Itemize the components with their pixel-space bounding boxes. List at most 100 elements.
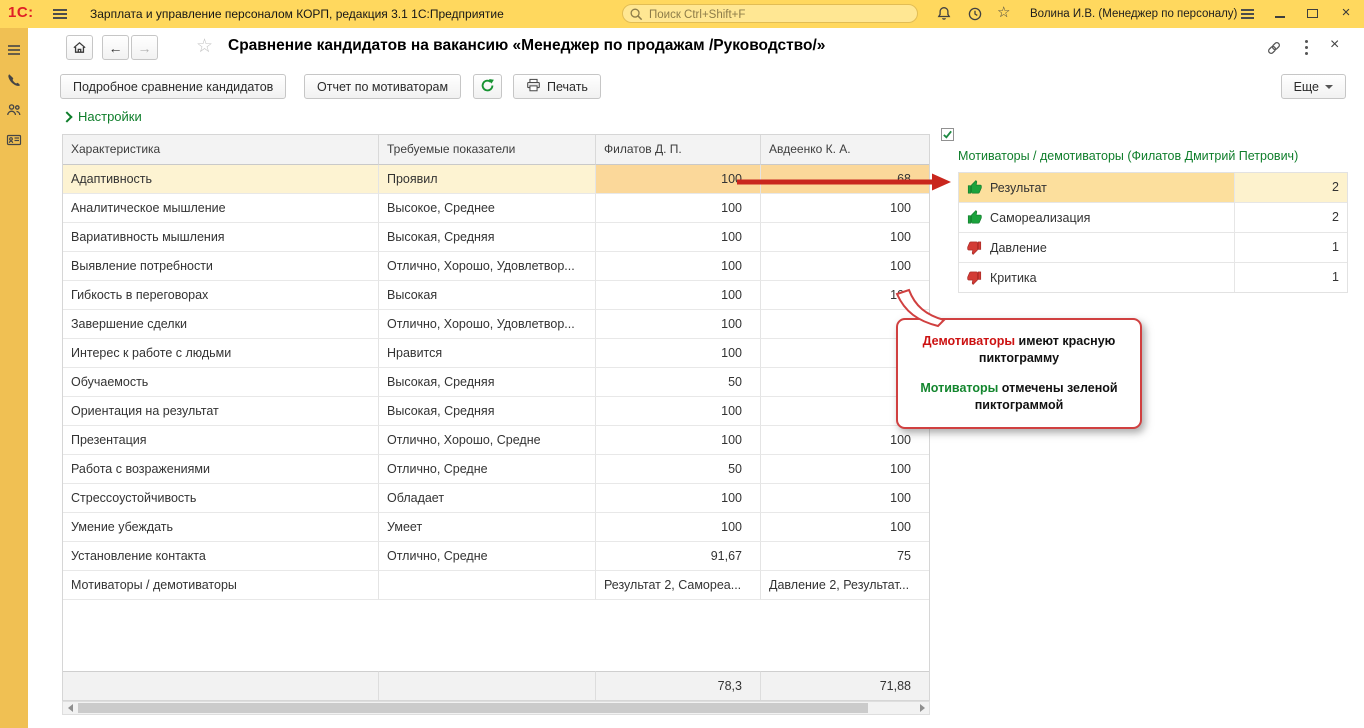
table-cell[interactable]: Стрессоустойчивость — [63, 484, 379, 513]
table-row[interactable]: Вариативность мышления Высокая, Средняя 10… — [63, 223, 929, 252]
current-user[interactable]: Волина И.В. (Менеджер по персоналу) — [1030, 8, 1237, 20]
table-cell[interactable]: Обладает — [379, 484, 596, 513]
table-cell[interactable]: Высокая — [379, 281, 596, 310]
detailed-comparison-button[interactable]: Подробное сравнение кандидатов — [60, 74, 287, 99]
table-cell[interactable]: Проявил — [379, 165, 596, 194]
column-header-filatov[interactable]: Филатов Д. П. — [596, 135, 761, 165]
table-cell[interactable]: Вариативность мышления — [63, 223, 379, 252]
employees-users-icon[interactable] — [6, 102, 22, 118]
table-cell[interactable] — [379, 571, 596, 600]
panel-checkbox[interactable] — [941, 128, 954, 141]
nav-back-button[interactable]: ← — [102, 35, 129, 60]
table-row[interactable]: Аналитическое мышление Высокое, Среднее 10… — [63, 194, 929, 223]
more-options-kebab-icon[interactable] — [1305, 40, 1309, 58]
sections-menu-icon[interactable] — [6, 42, 22, 58]
table-cell[interactable]: Умение убеждать — [63, 513, 379, 542]
table-cell[interactable]: Адаптивность — [63, 165, 379, 194]
history-clock-icon[interactable] — [967, 6, 983, 22]
motivator-row[interactable]: Давление 1 — [959, 233, 1347, 263]
table-cell[interactable]: 100 — [596, 281, 761, 310]
motivator-row[interactable]: Критика 1 — [959, 263, 1347, 292]
refresh-button[interactable] — [473, 74, 502, 99]
table-cell[interactable]: 100 — [596, 397, 761, 426]
table-cell[interactable]: 100 — [761, 513, 929, 542]
global-search[interactable] — [622, 4, 918, 23]
window-close-button[interactable]: × — [1337, 4, 1355, 22]
table-cell[interactable]: Гибкость в переговорах — [63, 281, 379, 310]
scrollbar-thumb[interactable] — [78, 703, 868, 713]
table-row[interactable]: Умение убеждать Умеет 100 100 — [63, 513, 929, 542]
table-cell[interactable]: 100 — [761, 194, 929, 223]
table-cell[interactable]: Высокое, Среднее — [379, 194, 596, 223]
column-header-characteristic[interactable]: Характеристика — [63, 135, 379, 165]
table-row[interactable]: Ориентация на результат Высокая, Средняя 1… — [63, 397, 929, 426]
table-cell[interactable]: Обучаемость — [63, 368, 379, 397]
table-cell[interactable]: 100 — [596, 194, 761, 223]
more-button[interactable]: Еще — [1280, 74, 1346, 99]
home-button[interactable] — [66, 35, 93, 60]
table-row[interactable]: Презентация Отлично, Хорошо, Средне 100 100 — [63, 426, 929, 455]
table-cell[interactable]: Отлично, Хорошо, Средне — [379, 426, 596, 455]
table-cell[interactable]: 100 — [596, 223, 761, 252]
table-cell[interactable]: Отлично, Средне — [379, 542, 596, 571]
table-row[interactable]: Установление контакта Отлично, Средне 91,6… — [63, 542, 929, 571]
nav-forward-button[interactable]: → — [131, 35, 158, 60]
form-close-icon[interactable]: × — [1330, 36, 1339, 54]
column-header-required[interactable]: Требуемые показатели — [379, 135, 596, 165]
table-row[interactable]: Завершение сделки Отлично, Хорошо, Удовле… — [63, 310, 929, 339]
table-cell[interactable]: 100 — [596, 426, 761, 455]
table-cell[interactable]: Отлично, Хорошо, Удовлетвор... — [379, 310, 596, 339]
table-cell[interactable]: 100 — [761, 455, 929, 484]
motivators-report-button[interactable]: Отчет по мотиваторам — [304, 74, 462, 99]
table-cell[interactable]: 91,67 — [596, 542, 761, 571]
table-cell[interactable]: Интерес к работе с людьми — [63, 339, 379, 368]
add-to-favorites-star-icon[interactable]: ☆ — [196, 35, 213, 58]
table-cell[interactable]: 100 — [596, 339, 761, 368]
table-cell[interactable]: Давление 2, Результат... — [761, 571, 929, 600]
table-cell[interactable]: 100 — [596, 484, 761, 513]
table-cell[interactable]: Умеет — [379, 513, 596, 542]
table-cell[interactable]: Высокая, Средняя — [379, 368, 596, 397]
settings-link[interactable]: Настройки — [61, 109, 142, 124]
table-cell[interactable]: 100 — [596, 310, 761, 339]
table-cell[interactable]: Результат 2, Самореа... — [596, 571, 761, 600]
table-cell[interactable]: Выявление потребности — [63, 252, 379, 281]
contact-card-icon[interactable] — [6, 132, 22, 148]
table-row[interactable]: Интерес к работе с людьми Нравится 100 — [63, 339, 929, 368]
table-cell[interactable]: 100 — [761, 426, 929, 455]
table-cell[interactable]: 100 — [761, 252, 929, 281]
table-cell[interactable]: Высокая, Средняя — [379, 223, 596, 252]
table-row[interactable]: Обучаемость Высокая, Средняя 50 — [63, 368, 929, 397]
main-menu-icon[interactable] — [53, 9, 67, 21]
table-cell[interactable]: Ориентация на результат — [63, 397, 379, 426]
horizontal-scrollbar[interactable] — [62, 701, 930, 715]
print-button[interactable]: Печать — [513, 74, 601, 99]
scroll-right-arrow[interactable] — [915, 702, 929, 714]
table-cell[interactable]: Мотиваторы / демотиваторы — [63, 571, 379, 600]
motivator-row[interactable]: Результат 2 — [959, 173, 1347, 203]
get-link-icon[interactable] — [1266, 40, 1282, 56]
favorites-star-icon[interactable]: ☆ — [997, 4, 1010, 22]
table-cell[interactable]: 100 — [596, 252, 761, 281]
table-cell[interactable]: 100 — [596, 513, 761, 542]
table-cell[interactable]: 50 — [596, 368, 761, 397]
table-cell[interactable]: 75 — [761, 542, 929, 571]
notifications-bell-icon[interactable] — [936, 6, 952, 22]
table-row[interactable]: Стрессоустойчивость Обладает 100 100 — [63, 484, 929, 513]
table-cell[interactable]: Аналитическое мышление — [63, 194, 379, 223]
table-cell[interactable]: Завершение сделки — [63, 310, 379, 339]
table-cell[interactable]: 50 — [596, 455, 761, 484]
table-cell[interactable]: 100 — [761, 484, 929, 513]
search-input[interactable] — [647, 6, 911, 23]
table-row[interactable]: Выявление потребности Отлично, Хорошо, Уд… — [63, 252, 929, 281]
table-cell[interactable]: Высокая, Средняя — [379, 397, 596, 426]
motivator-row[interactable]: Самореализация 2 — [959, 203, 1347, 233]
table-cell[interactable]: Нравится — [379, 339, 596, 368]
table-row[interactable]: Мотиваторы / демотиваторы Результат 2, Са… — [63, 571, 929, 600]
table-cell[interactable]: Установление контакта — [63, 542, 379, 571]
table-cell[interactable]: Отлично, Хорошо, Удовлетвор... — [379, 252, 596, 281]
table-cell[interactable]: Презентация — [63, 426, 379, 455]
column-header-avdeenko[interactable]: Авдеенко К. А. — [761, 135, 929, 165]
table-row[interactable]: Работа с возражениями Отлично, Средне 50 10… — [63, 455, 929, 484]
table-cell[interactable]: 100 — [761, 223, 929, 252]
